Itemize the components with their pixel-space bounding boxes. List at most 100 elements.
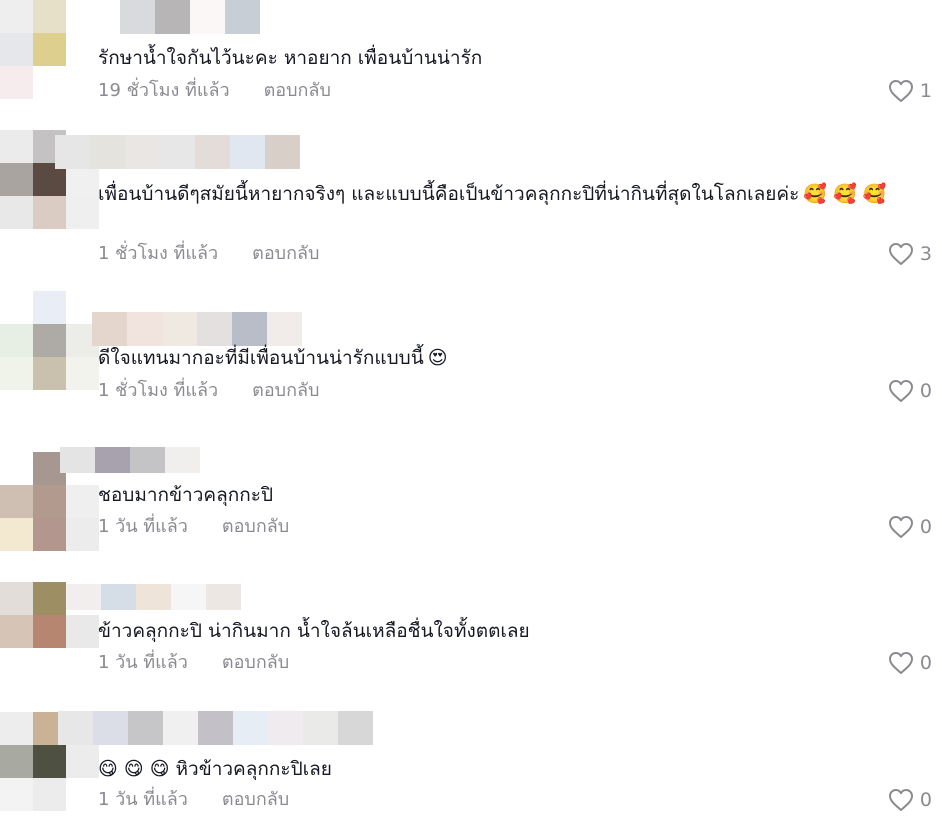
- avatar-pixel: [0, 712, 33, 745]
- avatar-pixel: [33, 778, 66, 811]
- like-button[interactable]: 0: [888, 788, 932, 812]
- avatar-pixel: [33, 33, 66, 66]
- avatar-pixel: [66, 196, 99, 229]
- avatar-pixel: [0, 163, 33, 196]
- reply-button[interactable]: ตอบกลับ: [222, 788, 289, 812]
- avatar-pixel: [33, 66, 66, 99]
- avatar-pixel: [33, 196, 66, 229]
- username-pixel: [225, 0, 260, 34]
- like-button[interactable]: 3: [888, 242, 932, 266]
- comment-text-body: เพื่อนบ้านดีๆสมัยนี้หายากจริงๆ และแบบนี้…: [98, 183, 800, 205]
- comment-text-body: ดีใจแทนมากอะที่มีเพื่อนบ้านน่ารักแบบนี้: [98, 347, 424, 369]
- emoji-text: 😋 😋 😋: [98, 758, 170, 780]
- username-pixel: [160, 135, 195, 169]
- avatar-pixel: [0, 518, 33, 551]
- avatar-pixel: [66, 615, 99, 648]
- comment-text-body: ชอบมากข้าวคลุกกะปิ: [98, 484, 274, 506]
- avatar-pixel: [33, 615, 66, 648]
- avatar-pixel: [0, 648, 33, 681]
- like-count: 0: [919, 380, 932, 402]
- heart-icon: [888, 652, 913, 674]
- avatar-pixel: [0, 778, 33, 811]
- avatar-pixel: [66, 518, 99, 551]
- avatar-pixel: [0, 357, 33, 390]
- username-pixel: [233, 711, 268, 745]
- avatar-pixel: [0, 582, 33, 615]
- username-pixel: [303, 711, 338, 745]
- username-pixel: [60, 447, 95, 473]
- avatar-pixel: [33, 745, 66, 778]
- comment-text-body: ข้าวคลุกกะปิ น่ากินมาก น้ำใจล้นเหลือชื่น…: [98, 620, 530, 642]
- username-pixel: [66, 584, 101, 610]
- reply-button[interactable]: ตอบกลับ: [252, 242, 319, 266]
- username-pixel: [338, 711, 373, 745]
- comment-text: ข้าวคลุกกะปิ น่ากินมาก น้ำใจล้นเหลือชื่น…: [98, 614, 530, 648]
- heart-icon: [888, 80, 913, 102]
- avatar-pixel: [33, 357, 66, 390]
- emoji-text: 😍: [427, 347, 448, 369]
- comment-text-body: รักษาน้ำใจกันไว้นะคะ หาอยาก เพื่อนบ้านน่…: [98, 47, 483, 69]
- username-pixel: [163, 711, 198, 745]
- comment-text: รักษาน้ำใจกันไว้นะคะ หาอยาก เพื่อนบ้านน่…: [98, 41, 482, 75]
- username[interactable]: [58, 711, 373, 745]
- avatar-pixel: [66, 66, 99, 99]
- avatar-pixel: [66, 485, 99, 518]
- avatar-pixel: [0, 130, 33, 163]
- avatar[interactable]: [0, 0, 99, 99]
- username-pixel: [165, 447, 200, 473]
- comment-text-body: หิวข้าวคลุกกะปิเลย: [175, 758, 332, 780]
- heart-icon: [888, 789, 913, 811]
- like-count: 0: [919, 516, 932, 538]
- avatar[interactable]: [0, 291, 99, 390]
- heart-icon: [888, 516, 913, 538]
- username-pixel: [128, 711, 163, 745]
- avatar-pixel: [66, 778, 99, 811]
- username-pixel: [206, 584, 241, 610]
- username-pixel: [101, 584, 136, 610]
- username-pixel: [230, 135, 265, 169]
- comment-meta: 1 วัน ที่แล้ว ตอบกลับ: [98, 515, 289, 539]
- like-button[interactable]: 1: [888, 79, 932, 103]
- comment-meta: 1 วัน ที่แล้ว ตอบกลับ: [98, 788, 289, 812]
- comment-timestamp: 19 ชั่วโมง ที่แล้ว: [98, 80, 230, 101]
- username-pixel: [268, 711, 303, 745]
- username[interactable]: [55, 135, 300, 169]
- reply-button[interactable]: ตอบกลับ: [264, 79, 331, 103]
- username-pixel: [265, 135, 300, 169]
- username[interactable]: [60, 447, 200, 473]
- username[interactable]: [120, 0, 260, 34]
- avatar-pixel: [66, 745, 99, 778]
- username-pixel: [93, 711, 128, 745]
- reply-button[interactable]: ตอบกลับ: [222, 515, 289, 539]
- avatar-pixel: [33, 485, 66, 518]
- comment-text: ดีใจแทนมากอะที่มีเพื่อนบ้านน่ารักแบบนี้ 😍: [98, 341, 448, 375]
- comment-text: 😋 😋 😋 หิวข้าวคลุกกะปิเลย: [98, 752, 332, 786]
- username-pixel: [125, 135, 160, 169]
- username[interactable]: [66, 584, 241, 610]
- reply-button[interactable]: ตอบกลับ: [222, 651, 289, 675]
- comment-timestamp: 1 ชั่วโมง ที่แล้ว: [98, 243, 219, 264]
- comment-meta: 1 วัน ที่แล้ว ตอบกลับ: [98, 651, 289, 675]
- comment-timestamp: 1 ชั่วโมง ที่แล้ว: [98, 380, 219, 401]
- comment-meta: 1 ชั่วโมง ที่แล้ว ตอบกลับ: [98, 242, 319, 266]
- avatar-pixel: [0, 615, 33, 648]
- comment-text: ชอบมากข้าวคลุกกะปิ: [98, 478, 273, 512]
- username-pixel: [120, 0, 155, 34]
- comment-meta: 19 ชั่วโมง ที่แล้ว ตอบกลับ: [98, 79, 331, 103]
- username-pixel: [95, 447, 130, 473]
- username-pixel: [171, 584, 206, 610]
- username-pixel: [55, 135, 90, 169]
- reply-button[interactable]: ตอบกลับ: [252, 379, 319, 403]
- like-button[interactable]: 0: [888, 379, 932, 403]
- comment-timestamp: 1 วัน ที่แล้ว: [98, 516, 188, 537]
- like-button[interactable]: 0: [888, 651, 932, 675]
- avatar-pixel: [33, 324, 66, 357]
- username-pixel: [136, 584, 171, 610]
- avatar-pixel: [0, 196, 33, 229]
- like-button[interactable]: 0: [888, 515, 932, 539]
- heart-icon: [888, 243, 913, 265]
- comment-text: เพื่อนบ้านดีๆสมัยนี้หายากจริงๆ และแบบนี้…: [98, 177, 898, 211]
- username-pixel: [190, 0, 225, 34]
- username-pixel: [198, 711, 233, 745]
- username-pixel: [155, 0, 190, 34]
